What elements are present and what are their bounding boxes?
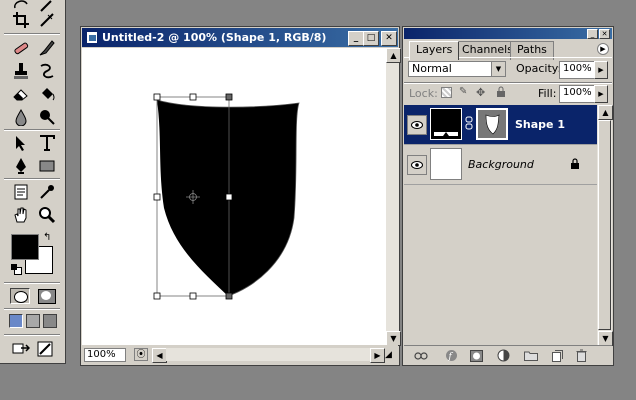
scroll-down-button[interactable]: ▼: [598, 331, 613, 346]
type-tool-icon[interactable]: [36, 132, 58, 154]
document-window: Untitled-2 @ 100% (Shape 1, RGB/8) _ □ ✕: [80, 26, 401, 366]
zoom-tool-icon[interactable]: [36, 204, 58, 226]
fill-slider-button[interactable]: ▶: [594, 85, 608, 103]
scroll-down-button[interactable]: ▼: [386, 331, 401, 346]
adjustment-layer-icon[interactable]: [496, 349, 510, 362]
brush-tool-icon[interactable]: [36, 37, 58, 59]
add-mask-icon[interactable]: [469, 349, 483, 362]
layer-style-icon[interactable]: f: [444, 349, 458, 362]
palette-close-button[interactable]: ✕: [599, 29, 610, 39]
layer-name[interactable]: Shape 1: [515, 118, 565, 131]
layers-list: Shape 1 Background: [404, 105, 597, 345]
tools-separator: [4, 282, 60, 284]
layer-row-shape-1[interactable]: Shape 1: [404, 105, 597, 145]
options-divider: [404, 82, 612, 84]
pen-tool-icon[interactable]: [10, 155, 32, 177]
standard-mode-icon[interactable]: [10, 288, 30, 304]
layer-fill-thumbnail[interactable]: [430, 108, 462, 140]
layers-vertical-scrollbar[interactable]: ▲ ▼: [597, 105, 613, 346]
default-colors-icon[interactable]: [11, 264, 22, 275]
layer-lock-icon: [570, 158, 580, 169]
foreground-color-swatch[interactable]: [11, 234, 39, 260]
scroll-right-button[interactable]: ▶: [370, 348, 385, 363]
imageready-icon[interactable]: [34, 338, 56, 360]
swap-colors-icon[interactable]: ↰: [43, 232, 55, 244]
layer-link-icon[interactable]: [465, 116, 473, 130]
healing-brush-tool-icon[interactable]: [10, 37, 32, 59]
chevron-down-icon: ▼: [491, 62, 505, 76]
canvas-artwork: [153, 93, 300, 300]
tools-separator: [4, 308, 60, 310]
delete-layer-trash-icon[interactable]: [574, 349, 588, 362]
layers-bottom-toolbar: f: [404, 345, 612, 364]
layer-thumbnail[interactable]: [430, 148, 462, 180]
document-title: Untitled-2 @ 100% (Shape 1, RGB/8): [102, 31, 327, 44]
blend-mode-select[interactable]: Normal ▼: [408, 61, 506, 77]
scroll-up-button[interactable]: ▲: [598, 105, 613, 120]
lock-label: Lock:: [409, 87, 438, 100]
opacity-field[interactable]: 100%: [559, 61, 598, 79]
new-layer-icon[interactable]: [550, 349, 564, 362]
scroll-up-button[interactable]: ▲: [386, 48, 401, 63]
tools-separator: [4, 178, 60, 180]
history-brush-tool-icon[interactable]: [36, 60, 58, 82]
tools-separator: [4, 334, 60, 336]
document-vertical-scrollbar[interactable]: ▲ ▼: [386, 48, 401, 346]
lock-transparency-icon[interactable]: [441, 87, 452, 98]
fill-label: Fill:: [538, 87, 557, 100]
jump-to-imageready-icon[interactable]: [10, 338, 32, 360]
palette-minimize-button[interactable]: _: [587, 29, 598, 39]
tools-palette: ↰: [0, 0, 66, 364]
document-horizontal-scrollbar[interactable]: [166, 348, 370, 361]
layer-visibility-eye-icon[interactable]: [407, 115, 427, 135]
link-layers-icon[interactable]: [414, 349, 428, 362]
vector-mask-thumbnail[interactable]: [476, 108, 508, 140]
tools-separator: [4, 129, 60, 131]
resize-grip-icon[interactable]: ◢: [385, 350, 395, 360]
hand-tool-icon[interactable]: [10, 204, 32, 226]
tools-separator: [4, 33, 60, 35]
full-screen-menu-mode-icon[interactable]: [26, 314, 40, 328]
tab-layers[interactable]: Layers: [409, 41, 460, 60]
standard-screen-mode-icon[interactable]: [9, 314, 23, 328]
palette-menu-button[interactable]: ▶: [597, 43, 609, 55]
rectangle-shape-tool-icon[interactable]: [36, 155, 58, 177]
lock-position-icon[interactable]: ✥: [476, 86, 488, 99]
paint-bucket-tool-icon[interactable]: [36, 83, 58, 105]
path-selection-tool-icon[interactable]: [10, 132, 32, 154]
opacity-slider-button[interactable]: ▶: [594, 61, 608, 79]
close-button[interactable]: ✕: [381, 31, 397, 46]
lock-all-icon[interactable]: [495, 86, 507, 98]
blur-tool-icon[interactable]: [10, 106, 32, 128]
layer-visibility-eye-icon[interactable]: [407, 155, 427, 175]
palette-title-bar[interactable]: _ ✕: [404, 28, 612, 39]
fill-field[interactable]: 100%: [559, 85, 598, 103]
burn-tool-icon[interactable]: [36, 106, 58, 128]
new-group-folder-icon[interactable]: [524, 349, 538, 362]
layer-row-background[interactable]: Background: [404, 145, 597, 185]
opacity-label: Opacity:: [516, 62, 562, 75]
quick-mask-mode-icon[interactable]: [36, 288, 56, 304]
maximize-button[interactable]: □: [363, 31, 379, 46]
notes-tool-icon[interactable]: [10, 181, 32, 203]
layers-palette: _ ✕ Layers Channels Paths ▶ Normal ▼ Opa…: [402, 26, 614, 366]
zoom-level-field[interactable]: 100%: [84, 348, 126, 362]
minimize-button[interactable]: _: [348, 31, 364, 46]
scrollbar-thumb[interactable]: [598, 120, 611, 330]
eraser-tool-icon[interactable]: [10, 83, 32, 105]
clone-stamp-tool-icon[interactable]: [10, 60, 32, 82]
slice-tool-icon[interactable]: [36, 9, 58, 31]
document-title-bar[interactable]: Untitled-2 @ 100% (Shape 1, RGB/8) _ □ ✕: [82, 28, 398, 47]
lock-image-icon[interactable]: ✎: [459, 86, 471, 98]
document-icon: [86, 31, 98, 44]
document-status-bar: 100% ⦿ ◀ ▶ ◢: [82, 345, 398, 364]
layer-name[interactable]: Background: [468, 158, 534, 171]
document-canvas[interactable]: [82, 48, 386, 345]
eyedropper-tool-icon[interactable]: [36, 181, 58, 203]
full-screen-mode-icon[interactable]: [43, 314, 57, 328]
crop-tool-icon[interactable]: [10, 9, 32, 31]
status-info-button[interactable]: ⦿: [134, 348, 148, 361]
scroll-left-button[interactable]: ◀: [152, 348, 167, 363]
